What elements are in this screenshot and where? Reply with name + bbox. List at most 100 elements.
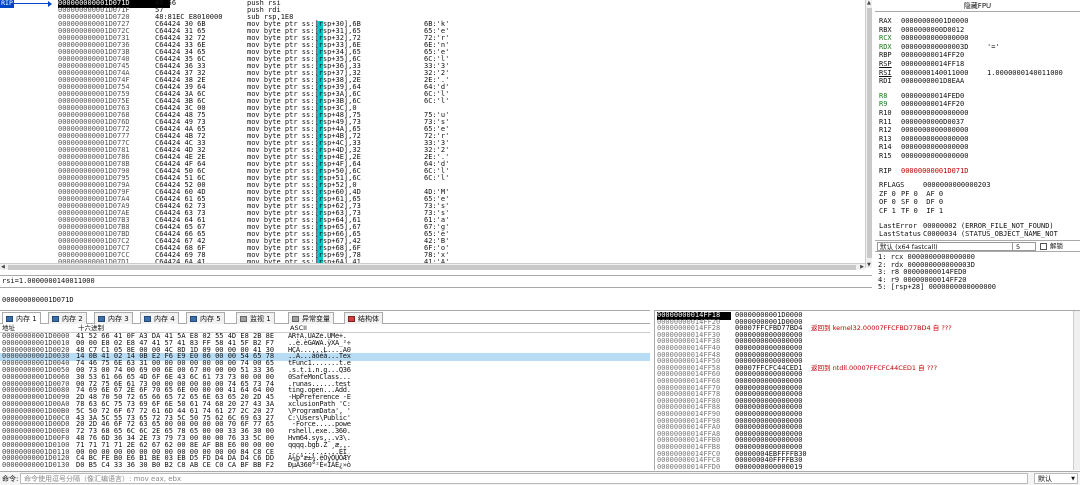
stack-value[interactable]: 0000000000000019 xyxy=(735,463,807,470)
struct-icon xyxy=(348,316,355,322)
tab-watch-1[interactable]: 监视 1 xyxy=(236,312,275,324)
disassembly-view[interactable]: RIP 000000000001D071D 40:56 push rsi 0000000… xyxy=(0,0,872,268)
dump-header-address[interactable]: 地址 xyxy=(2,324,15,333)
dump-tab-bar: 内存 1 内存 2 内存 3 内存 4 内存 5 监视 1 异常变量 结构体 xyxy=(0,310,650,324)
command-input[interactable]: 命令使用逗号分隔（像汇编语言）: mov eax, ebx xyxy=(20,473,1028,484)
exception-icon xyxy=(292,316,299,322)
register-name: LastError xyxy=(879,221,917,230)
tab-exception-vars[interactable]: 异常变量 xyxy=(288,312,334,324)
scroll-down-icon[interactable]: ▼ xyxy=(867,262,871,268)
disassembly-horizontal-scrollbar[interactable]: ◀ ▶ xyxy=(0,263,865,270)
command-label: 命令: xyxy=(2,475,19,483)
command-bar: 命令: 命令使用逗号分隔（像汇编语言）: mov eax, ebx 默认 ▼ xyxy=(0,471,1080,485)
register-row[interactable]: RBX 0000000000D0012 xyxy=(879,26,987,34)
register-row[interactable]: R8 00000000014FED0 xyxy=(879,92,987,100)
tab-structs[interactable]: 结构体 xyxy=(344,312,383,324)
register-value[interactable]: 0000000000000000 xyxy=(901,143,987,151)
rip-arrow-line xyxy=(14,3,50,5)
register-row[interactable]: R14 0000000000000000 xyxy=(879,143,987,151)
scroll-right-icon[interactable]: ▶ xyxy=(860,264,864,270)
register-row[interactable]: LastError 00000002 (ERROR_FILE_NOT_FOUND) xyxy=(879,222,1073,230)
register-value[interactable]: 0000000000D0037 xyxy=(901,118,987,126)
dump-header-hex[interactable]: 十六进制 xyxy=(78,324,104,333)
tab-memory-4[interactable]: 内存 4 xyxy=(140,312,179,324)
stack-address[interactable]: 00000000014FFD0 xyxy=(657,463,731,470)
argument-count-spinner[interactable]: 5 xyxy=(1012,242,1036,251)
tab-memory-3[interactable]: 内存 3 xyxy=(94,312,133,324)
tab-memory-1[interactable]: 内存 1 xyxy=(2,312,41,324)
memory-dump-view[interactable]: 00000000001D0000 41 52 66 41 0F A3 DA 41 … xyxy=(0,333,650,470)
register-value[interactable]: 0000000000D0012 xyxy=(901,26,987,34)
register-row[interactable]: R9 00000000014FF20 xyxy=(879,100,987,108)
unlock-checkbox[interactable] xyxy=(1040,243,1047,250)
register-value[interactable]: 000000000000003D xyxy=(901,43,987,51)
calling-convention-select[interactable]: 默认 (x64 fastcall)▼ xyxy=(877,242,1027,251)
dump-row[interactable]: 00000000001D0130 D0 B5 C4 33 36 30 B0 B2 … xyxy=(0,462,650,470)
register-row[interactable]: CF 1 TF 0 IF 1 xyxy=(879,207,987,215)
call-argument[interactable]: 5: [rsp+28] 0000000000000000 xyxy=(878,283,996,292)
register-row[interactable]: R15 0000000000000000 xyxy=(879,152,987,160)
dump-header-ascii[interactable]: ASCII xyxy=(290,324,307,333)
register-name: R9 xyxy=(879,100,888,109)
register-value[interactable]: PF 0 AF 0 xyxy=(901,190,987,198)
register-row[interactable]: RCX 0000000000000000 xyxy=(879,34,987,42)
scroll-left-icon[interactable]: ◀ xyxy=(1,264,5,270)
memory-icon xyxy=(98,316,105,322)
register-value[interactable]: 00000000014FED0 xyxy=(901,92,987,100)
register-row[interactable]: R11 0000000000D0037 xyxy=(879,118,987,126)
disassembly-vertical-scrollbar[interactable]: ▲ ▼ xyxy=(865,0,872,268)
register-row[interactable]: RIP 00000000001D071D xyxy=(879,167,987,175)
register-value[interactable]: 0000000140011000 xyxy=(901,69,987,77)
dump-header: 地址 十六进制 ASCII xyxy=(0,324,650,333)
register-value[interactable]: 00000000014FF20 xyxy=(901,51,987,59)
register-row[interactable]: RFLAGS 0000000000000203 xyxy=(879,181,1073,189)
dump-ascii[interactable]: ÐµÄ360°²È«ÎÀÊ¿»ò xyxy=(288,462,368,470)
memory-icon xyxy=(6,316,13,322)
register-row[interactable]: R10 0000000000000000 xyxy=(879,109,987,117)
register-value[interactable]: 00000000014FF18 xyxy=(901,60,987,68)
register-row[interactable]: LastStatus C0000034 (STATUS_OBJECT_NAME_N… xyxy=(879,230,1073,238)
register-row[interactable]: RDI 0000000001D8EAA xyxy=(879,77,987,85)
dump-address[interactable]: 00000000001D0130 xyxy=(2,462,74,470)
dump-hex[interactable]: D0 B5 C4 33 36 30 B0 B2 C8 AB CE C0 CA B… xyxy=(76,462,286,470)
scroll-thumb[interactable] xyxy=(867,8,872,258)
register-value[interactable]: 0000000000000000 xyxy=(901,109,987,117)
register-name: RBX xyxy=(879,25,892,34)
tab-memory-2[interactable]: 内存 2 xyxy=(48,312,87,324)
register-name: CF 1 xyxy=(879,207,896,215)
register-value[interactable]: 0000000001D8EAA xyxy=(901,77,987,85)
register-value[interactable]: 00000000001D071D xyxy=(901,167,987,175)
register-value[interactable]: 00000000001D0000 xyxy=(901,17,987,25)
register-name: OF 0 xyxy=(879,198,896,207)
call-arguments-list: 1: rcx 0000000000000000 2: rdx 0000000000… xyxy=(875,253,1080,308)
register-value[interactable]: 0000000000000000 xyxy=(901,126,987,134)
scroll-thumb[interactable] xyxy=(8,265,856,270)
register-name: RDX xyxy=(879,42,892,51)
tab-memory-5[interactable]: 内存 5 xyxy=(186,312,225,324)
register-row[interactable]: ZF 0 PF 0 AF 0 xyxy=(879,190,987,198)
register-value[interactable]: 0000000000000000 xyxy=(901,135,987,143)
register-value[interactable]: 0000000000000000 xyxy=(901,34,987,42)
register-row[interactable]: RBP 00000000014FF20 xyxy=(879,51,987,59)
register-row[interactable]: R13 0000000000000000 xyxy=(879,135,987,143)
tab-label: 内存 5 xyxy=(200,315,221,323)
register-row[interactable]: RSP 00000000014FF18 xyxy=(879,60,987,68)
register-row[interactable]: R12 0000000000000000 xyxy=(879,126,987,134)
stack-view[interactable]: 00000000014FF18 00000000001D0000 000000000… xyxy=(654,310,1080,470)
register-row[interactable]: OF 0 SF 0 DF 0 xyxy=(879,198,987,206)
registers-panel[interactable]: RAX 00000000001D0000 RBX 0000000000D0012 RCX… xyxy=(875,13,1080,238)
scroll-up-icon[interactable]: ▲ xyxy=(867,0,871,6)
register-row[interactable]: RDX 000000000000003D '=' xyxy=(879,43,1000,51)
register-value[interactable]: C0000034 (STATUS_OBJECT_NAME_NOT xyxy=(923,230,1073,238)
register-value[interactable]: 0000000000000000 xyxy=(901,152,987,160)
stack-row[interactable]: 00000000014FFD0 0000000000000019 xyxy=(655,463,1075,470)
register-value[interactable]: 00000002 (ERROR_FILE_NOT_FOUND) xyxy=(923,222,1073,230)
register-value[interactable]: 0000000000000203 xyxy=(923,181,1073,189)
register-value[interactable]: 00000000014FF20 xyxy=(901,100,987,108)
hide-fpu-button[interactable]: 隐藏FPU xyxy=(875,0,1080,12)
register-value[interactable]: TF 0 IF 1 xyxy=(901,207,987,215)
register-value[interactable]: SF 0 DF 0 xyxy=(901,198,987,206)
command-mode-select[interactable]: 默认 ▼ xyxy=(1034,473,1078,484)
register-row[interactable]: RSI 0000000140011000 1.0000000140011000 xyxy=(879,69,1063,77)
register-row[interactable]: RAX 00000000001D0000 xyxy=(879,17,987,25)
